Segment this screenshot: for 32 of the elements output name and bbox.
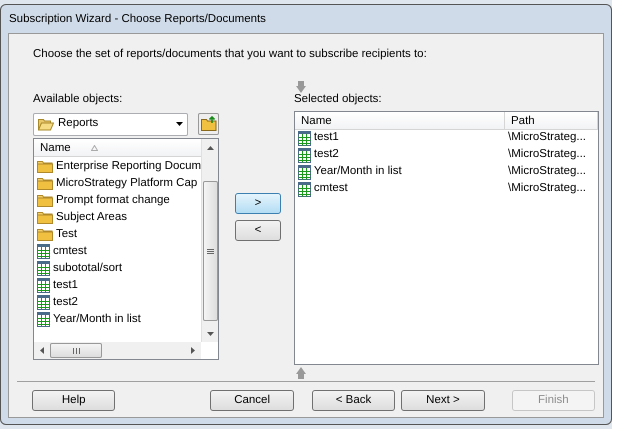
path-text: \MicroStrateg... <box>508 130 586 146</box>
list-item[interactable]: test2 <box>34 294 202 312</box>
path-text: \MicroStrateg... <box>508 164 586 180</box>
next-button[interactable]: Next > <box>401 390 485 410</box>
list-item[interactable]: MicroStrategy Platform Cap <box>34 175 202 192</box>
list-item[interactable]: cmtest <box>34 243 202 260</box>
back-button[interactable]: < Back <box>312 390 396 410</box>
list-item[interactable]: test2 <box>298 146 505 164</box>
list-item[interactable]: Year/Month in list <box>34 311 202 328</box>
folder-dropdown[interactable]: Reports <box>33 112 188 136</box>
list-label: Selected objects: <box>294 92 383 108</box>
path-text: \MicroStrateg... <box>508 147 586 162</box>
column-header[interactable]: Path <box>505 112 598 128</box>
list-item[interactable]: subototal/sort <box>34 260 202 278</box>
list-item[interactable]: Prompt format change <box>34 192 202 210</box>
help-button[interactable]: Help <box>32 390 116 410</box>
cancel-button[interactable]: Cancel <box>210 390 294 410</box>
list-label: Available objects: <box>33 92 124 108</box>
remove-button[interactable]: < <box>235 220 281 241</box>
list-item[interactable]: Subject Areas <box>34 209 202 226</box>
list-item[interactable]: test1 <box>34 277 202 294</box>
list-item[interactable]: Test <box>34 226 202 244</box>
path-text: \MicroStrateg... <box>508 181 586 196</box>
column-header[interactable]: Name <box>34 139 202 156</box>
window-title: Subscription Wizard - Choose Reports/Documents <box>8 12 267 27</box>
list-item[interactable]: Enterprise Reporting Docum <box>34 158 202 176</box>
column-header[interactable]: Name <box>295 112 505 128</box>
list-item[interactable]: Year/Month in list <box>298 163 505 181</box>
list-item[interactable]: cmtest <box>298 180 505 198</box>
instruction-text: Choose the set of reports/documents that you want to subscribe recipients to: <box>33 47 428 62</box>
add-button[interactable]: > <box>235 193 281 214</box>
list-item[interactable]: test1 <box>298 129 505 147</box>
